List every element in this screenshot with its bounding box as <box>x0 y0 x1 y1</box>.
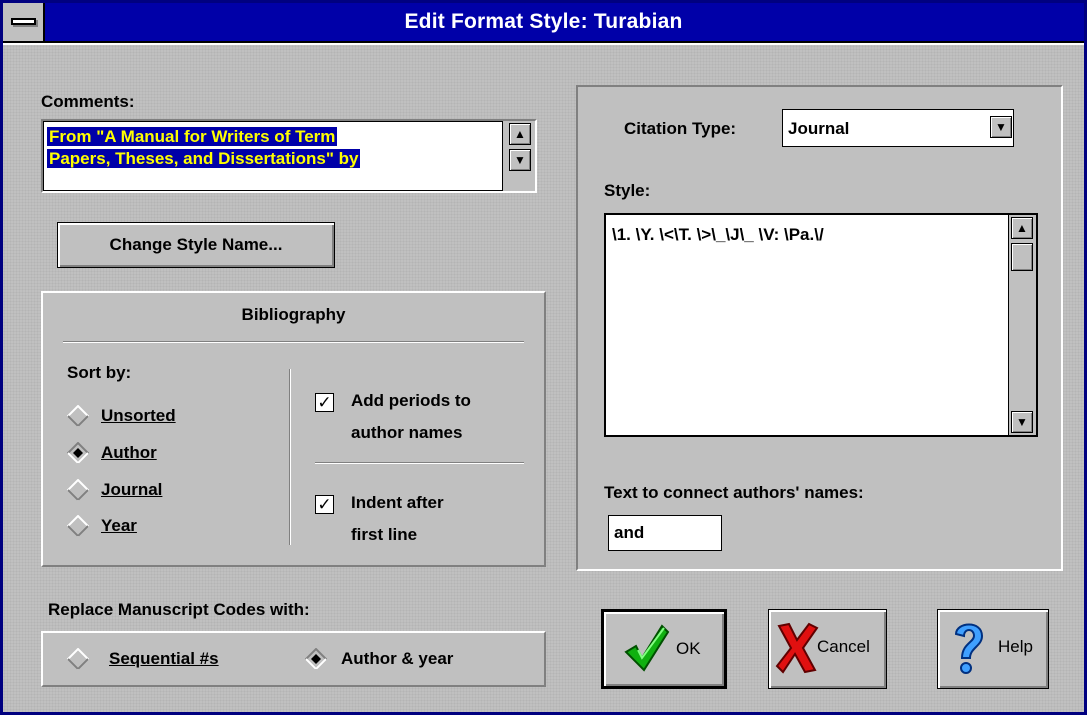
help-label: Help <box>998 637 1033 656</box>
sort-journal-label: Journal <box>101 480 163 499</box>
ok-label: OK <box>676 639 701 658</box>
blue-question-mark-icon <box>954 623 984 674</box>
radio-diamond-icon <box>67 479 89 501</box>
style-scroll-up-button[interactable]: ▲ <box>1011 217 1033 239</box>
citation-type-label: Citation Type: <box>624 119 737 138</box>
ok-button[interactable]: OK <box>601 609 727 689</box>
dropdown-button[interactable]: ▼ <box>990 116 1012 138</box>
radio-diamond-selected-icon <box>67 442 89 464</box>
add-periods-checkbox[interactable]: ✓ Add periods to author names <box>315 389 535 449</box>
change-style-name-button[interactable]: Change Style Name... <box>57 222 335 268</box>
change-style-name-label: Change Style Name... <box>109 235 283 254</box>
arrow-up-icon: ▲ <box>514 127 526 141</box>
style-text: \1. \Y. \<\T. \>\_\J\_ \V: \Pa.\/ <box>612 225 824 244</box>
style-label: Style: <box>604 181 651 200</box>
comments-scroll-down-button[interactable]: ▼ <box>509 149 531 171</box>
radio-diamond-selected-icon <box>305 648 327 670</box>
checkmark-icon: ✓ <box>315 393 334 412</box>
connect-label: Text to connect authors' names: <box>604 483 864 502</box>
window-title: Edit Format Style: Turabian <box>404 10 683 33</box>
dialog-body: Comments: From "A Manual for Writers of … <box>3 45 1084 712</box>
indent-line-2: first line <box>351 525 418 544</box>
green-checkmark-icon <box>624 624 670 672</box>
style-scrollbar[interactable]: ▲ ▼ <box>1008 215 1036 435</box>
style-textarea[interactable]: \1. \Y. \<\T. \>\_\J\_ \V: \Pa.\/ ▲ ▼ <box>604 213 1038 437</box>
add-periods-line-1: Add periods to <box>351 391 471 410</box>
sort-unsorted-label: Unsorted <box>101 406 176 425</box>
radio-diamond-icon <box>67 648 89 670</box>
comments-label: Comments: <box>41 92 135 112</box>
arrow-down-icon: ▼ <box>514 153 526 167</box>
options-divider <box>315 462 524 464</box>
bibliography-divider <box>63 341 524 343</box>
radio-diamond-icon <box>67 405 89 427</box>
radio-diamond-icon <box>67 515 89 537</box>
replace-header: Replace Manuscript Codes with: <box>41 600 546 628</box>
help-button[interactable]: Help <box>937 609 1049 689</box>
bibliography-vertical-divider <box>289 369 291 545</box>
cancel-button[interactable]: Cancel <box>768 609 887 689</box>
connect-input[interactable]: and <box>608 515 722 551</box>
author-year-label: Author & year <box>341 649 454 668</box>
sort-author-label: Author <box>101 443 157 462</box>
comments-line-1: From "A Manual for Writers of Term <box>47 127 338 146</box>
radio-sequential[interactable]: Sequential #s <box>67 648 267 674</box>
dropdown-arrow-icon: ▼ <box>995 120 1007 134</box>
sort-by-label: Sort by: <box>67 363 132 382</box>
comments-field[interactable]: From "A Manual for Writers of Term Paper… <box>41 119 537 193</box>
bibliography-panel: Bibliography Sort by: Unsorted Author Jo… <box>41 291 546 567</box>
add-periods-line-2: author names <box>351 423 463 442</box>
indent-checkbox[interactable]: ✓ Indent after first line <box>315 491 535 551</box>
comments-label-text: Comments: <box>41 92 135 111</box>
sequential-label: Sequential #s <box>109 649 219 668</box>
replace-panel: Sequential #s Author & year <box>41 631 546 687</box>
citation-type-dropdown[interactable]: Journal ▼ <box>782 109 1014 147</box>
citation-panel: Citation Type: Journal ▼ Style: \1. \Y. … <box>576 85 1063 571</box>
comments-scroll-up-button[interactable]: ▲ <box>509 123 531 145</box>
style-scroll-down-button[interactable]: ▼ <box>1011 411 1033 433</box>
checkmark-icon: ✓ <box>315 495 334 514</box>
connect-value: and <box>614 523 645 542</box>
arrow-down-icon: ▼ <box>1016 415 1028 429</box>
bibliography-title: Bibliography <box>241 305 346 324</box>
arrow-up-icon: ▲ <box>1016 221 1028 235</box>
sort-year-label: Year <box>101 516 137 535</box>
title-bar: Edit Format Style: Turabian <box>3 3 1084 43</box>
radio-author-year[interactable]: Author & year <box>305 648 525 674</box>
citation-type-value: Journal <box>788 119 850 138</box>
replace-label: Replace Manuscript Codes with: <box>48 600 310 619</box>
style-scroll-thumb[interactable] <box>1011 243 1033 271</box>
red-x-icon <box>775 622 819 674</box>
comments-line-2: Papers, Theses, and Dissertations" by <box>47 149 361 168</box>
dialog-window: Edit Format Style: Turabian Comments: Fr… <box>0 0 1087 715</box>
indent-line-1: Indent after <box>351 493 444 512</box>
cancel-label: Cancel <box>817 637 870 656</box>
